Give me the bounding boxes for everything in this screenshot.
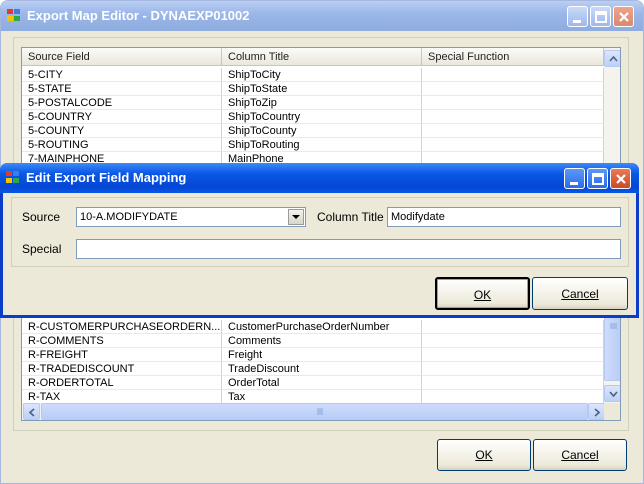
cell-special-function [422, 334, 604, 348]
horizontal-scrollbar[interactable] [22, 403, 605, 420]
column-header-column-title[interactable]: Column Title [222, 48, 422, 66]
cell-source-field: R-CUSTOMERPURCHASEORDERN... [22, 320, 222, 334]
cell-column-title: OrderTotal [222, 376, 422, 390]
field-mapping-grid-lower[interactable]: R-CUSTOMERPURCHASEORDERN... CustomerPurc… [21, 317, 621, 421]
cell-special-function [422, 348, 604, 362]
source-dropdown-button[interactable] [288, 209, 304, 225]
chevron-down-icon [609, 391, 618, 397]
scroll-up-button[interactable] [604, 50, 620, 67]
column-title-label: Column Title [317, 210, 384, 224]
dialog-cancel-button[interactable]: Cancel [532, 277, 628, 310]
cell-column-title: ShipToZip [222, 96, 422, 110]
cell-source-field: R-TAX [22, 390, 222, 404]
cell-source-field: 5-COUNTY [22, 124, 222, 138]
scroll-right-button[interactable] [588, 403, 605, 420]
main-ok-button[interactable]: OK [437, 439, 531, 471]
edit-export-field-mapping-dialog: Edit Export Field Mapping Source 10-A.MO… [0, 163, 639, 318]
cell-special-function [422, 390, 604, 404]
scroll-left-button[interactable] [23, 403, 40, 420]
minimize-button[interactable] [567, 6, 588, 27]
chevron-up-icon [609, 56, 618, 62]
field-mapping-grid[interactable]: Source Field Column Title Special Functi… [21, 47, 621, 167]
dialog-minimize-button[interactable] [564, 168, 585, 189]
dialog-title-bar[interactable]: Edit Export Field Mapping [0, 163, 639, 193]
cell-source-field: 5-ROUTING [22, 138, 222, 152]
maximize-icon [595, 11, 607, 23]
main-ok-label: OK [475, 448, 493, 462]
cell-special-function [422, 138, 604, 152]
minimize-icon [573, 20, 581, 23]
column-header-special-function[interactable]: Special Function [422, 48, 604, 66]
close-button[interactable] [613, 6, 634, 27]
cell-special-function [422, 362, 604, 376]
cell-source-field: 5-POSTALCODE [22, 96, 222, 110]
cell-source-field: R-TRADEDISCOUNT [22, 362, 222, 376]
source-label: Source [22, 210, 61, 224]
special-input[interactable] [76, 239, 621, 259]
special-label: Special [22, 242, 62, 256]
source-dropdown[interactable]: 10-A.MODIFYDATE [76, 207, 306, 227]
vertical-scrollbar[interactable] [604, 48, 620, 167]
dialog-maximize-button[interactable] [587, 168, 608, 189]
horizontal-scroll-thumb[interactable] [41, 403, 588, 420]
cell-column-title: ShipToCountry [222, 110, 422, 124]
minimize-icon [570, 182, 578, 185]
cell-column-title: Freight [222, 348, 422, 362]
scroll-corner [604, 403, 620, 420]
cell-column-title: ShipToCounty [222, 124, 422, 138]
main-cancel-label: Cancel [561, 448, 599, 462]
chevron-left-icon [29, 408, 35, 417]
cell-column-title: TradeDiscount [222, 362, 422, 376]
cell-source-field: R-FREIGHT [22, 348, 222, 362]
cell-column-title: Tax [222, 390, 422, 404]
dialog-close-button[interactable] [610, 168, 631, 189]
scroll-down-button[interactable] [604, 385, 620, 402]
main-title-bar[interactable]: Export Map Editor - DYNAEXP01002 [1, 1, 643, 31]
close-icon [619, 12, 629, 22]
dropdown-arrow-icon [292, 215, 300, 219]
scroll-thumb[interactable] [604, 317, 620, 381]
grip-icon [317, 408, 323, 415]
column-title-input[interactable]: Modifydate [387, 207, 621, 227]
cell-source-field: R-COMMENTS [22, 334, 222, 348]
cell-column-title: ShipToCity [222, 68, 422, 82]
chevron-right-icon [594, 408, 600, 417]
dialog-title: Edit Export Field Mapping [26, 170, 187, 185]
source-dropdown-value: 10-A.MODIFYDATE [80, 211, 178, 223]
cell-source-field: 5-COUNTRY [22, 110, 222, 124]
cell-source-field: 5-CITY [22, 68, 222, 82]
main-window-title: Export Map Editor - DYNAEXP01002 [27, 8, 250, 23]
cell-column-title: Comments [222, 334, 422, 348]
app-icon [7, 9, 21, 22]
vertical-scrollbar-track[interactable] [604, 317, 620, 403]
main-cancel-button[interactable]: Cancel [533, 439, 627, 471]
close-icon [616, 174, 626, 184]
cell-special-function [422, 96, 604, 110]
cell-special-function [422, 110, 604, 124]
cell-source-field: 5-STATE [22, 82, 222, 96]
cell-special-function [422, 82, 604, 96]
dialog-ok-label: OK [473, 288, 492, 302]
cell-special-function [422, 320, 604, 334]
dialog-cancel-label: Cancel [561, 287, 599, 301]
cell-special-function [422, 376, 604, 390]
dialog-ok-button[interactable]: OK [435, 277, 530, 310]
cell-column-title: ShipToState [222, 82, 422, 96]
column-header-source-field[interactable]: Source Field [22, 48, 222, 66]
cell-source-field: R-ORDERTOTAL [22, 376, 222, 390]
dialog-app-icon [6, 171, 20, 184]
maximize-button[interactable] [590, 6, 611, 27]
cell-column-title: ShipToRouting [222, 138, 422, 152]
cell-special-function [422, 68, 604, 82]
grip-icon [610, 323, 617, 329]
cell-column-title: CustomerPurchaseOrderNumber [222, 320, 422, 334]
maximize-icon [592, 173, 604, 185]
cell-special-function [422, 124, 604, 138]
